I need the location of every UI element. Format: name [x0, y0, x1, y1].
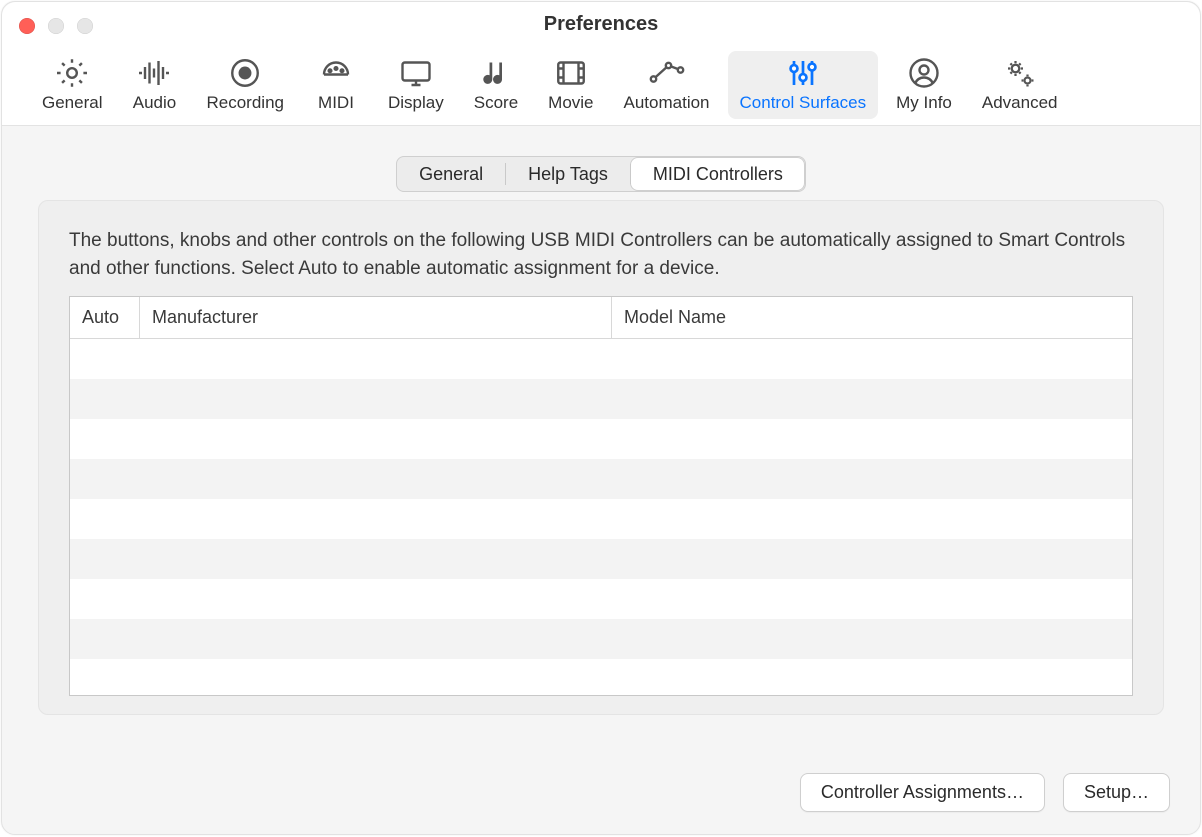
tab-recording[interactable]: Recording: [194, 51, 296, 119]
window-title: Preferences: [2, 13, 1200, 36]
person-circle-icon: [904, 55, 944, 91]
tab-audio[interactable]: Audio: [120, 51, 188, 119]
table-row: [70, 459, 1132, 499]
tab-general[interactable]: General: [30, 51, 114, 119]
column-header-manufacturer[interactable]: Manufacturer: [140, 297, 612, 338]
gear-icon: [52, 55, 92, 91]
preferences-window: Preferences General Audio Recording MI: [1, 1, 1201, 835]
tab-advanced[interactable]: Advanced: [970, 51, 1070, 119]
tab-label: Automation: [624, 93, 710, 113]
tab-label: MIDI: [318, 93, 354, 113]
display-icon: [396, 55, 436, 91]
tab-control-surfaces[interactable]: Control Surfaces: [728, 51, 879, 119]
tab-label: Recording: [206, 93, 284, 113]
record-icon: [225, 55, 265, 91]
tab-movie[interactable]: Movie: [536, 51, 605, 119]
tab-label: Display: [388, 93, 444, 113]
table-row: [70, 619, 1132, 659]
titlebar: Preferences: [2, 2, 1200, 47]
column-header-auto[interactable]: Auto: [70, 297, 140, 338]
table-body: [70, 339, 1132, 696]
table-header: Auto Manufacturer Model Name: [70, 297, 1132, 339]
tab-label: General: [42, 93, 102, 113]
table-row: [70, 379, 1132, 419]
table-row: [70, 339, 1132, 379]
tab-label: Control Surfaces: [740, 93, 867, 113]
controller-assignments-button[interactable]: Controller Assignments…: [800, 773, 1045, 812]
table-row: [70, 419, 1132, 459]
table-row: [70, 579, 1132, 619]
subtab-segmented-control: General Help Tags MIDI Controllers: [396, 156, 806, 192]
tab-label: My Info: [896, 93, 952, 113]
tab-display[interactable]: Display: [376, 51, 456, 119]
sliders-icon: [783, 55, 823, 91]
tab-my-info[interactable]: My Info: [884, 51, 964, 119]
subtab-midi-controllers[interactable]: MIDI Controllers: [631, 158, 804, 190]
gears-icon: [1000, 55, 1040, 91]
automation-curve-icon: [647, 55, 687, 91]
content-area: General Help Tags MIDI Controllers The b…: [2, 126, 1200, 715]
tab-label: Movie: [548, 93, 593, 113]
tab-label: Score: [474, 93, 518, 113]
table-row: [70, 659, 1132, 696]
tab-label: Audio: [133, 93, 176, 113]
column-header-model-name[interactable]: Model Name: [612, 297, 1132, 338]
tab-midi[interactable]: MIDI: [302, 51, 370, 119]
preferences-toolbar: General Audio Recording MIDI Display: [2, 47, 1200, 126]
subtab-general[interactable]: General: [397, 157, 505, 191]
setup-button[interactable]: Setup…: [1063, 773, 1170, 812]
panel-description: The buttons, knobs and other controls on…: [69, 227, 1133, 282]
tab-label: Advanced: [982, 93, 1058, 113]
subtab-help-tags[interactable]: Help Tags: [505, 157, 630, 191]
music-notes-icon: [476, 55, 516, 91]
midi-controllers-table[interactable]: Auto Manufacturer Model Name: [69, 296, 1133, 696]
waveform-icon: [134, 55, 174, 91]
tab-automation[interactable]: Automation: [612, 51, 722, 119]
footer-buttons: Controller Assignments… Setup…: [800, 773, 1170, 812]
tab-score[interactable]: Score: [462, 51, 530, 119]
film-icon: [551, 55, 591, 91]
midi-controllers-panel: The buttons, knobs and other controls on…: [38, 200, 1164, 715]
table-row: [70, 539, 1132, 579]
midi-port-icon: [316, 55, 356, 91]
table-row: [70, 499, 1132, 539]
